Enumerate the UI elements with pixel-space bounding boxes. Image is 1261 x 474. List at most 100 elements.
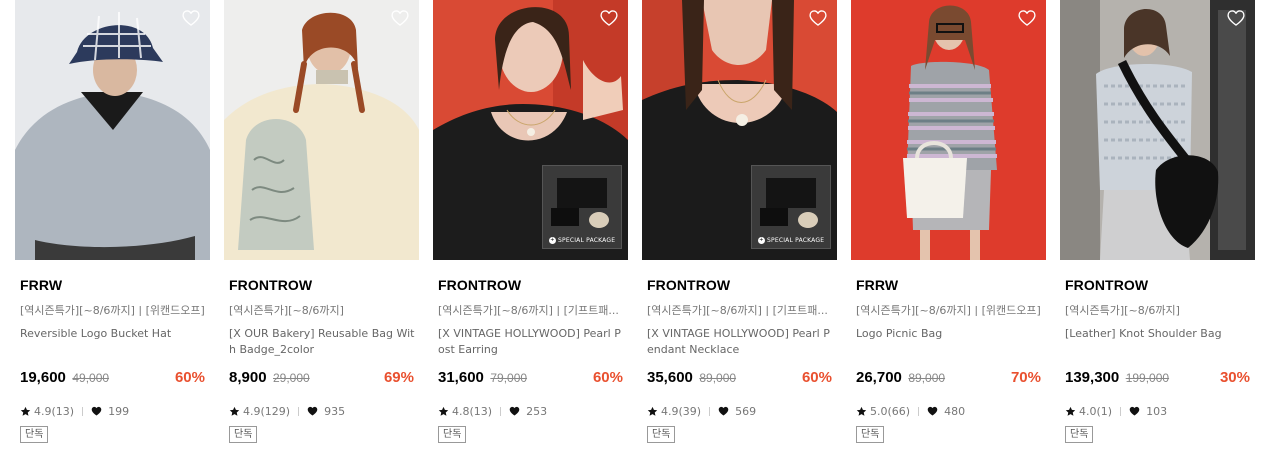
sale-price: 26,700 — [856, 369, 902, 386]
product-card[interactable]: + SPECIAL PACKAGE FRONTROW [역시즌특가][~8/6까지… — [642, 0, 837, 474]
special-package-inset: + SPECIAL PACKAGE — [751, 165, 831, 249]
star-icon — [229, 406, 240, 417]
product-card[interactable]: FRRW [역시즌특가][~8/6까지] | [위캔드오프] Logo Picn… — [851, 0, 1046, 474]
sale-price: 139,300 — [1065, 369, 1120, 386]
rating: 4.9(39) — [661, 404, 702, 418]
rating: 4.0(1) — [1079, 404, 1113, 418]
product-name[interactable]: [X VINTAGE HOLLYWOOD] Pearl P endant Nec… — [647, 326, 833, 360]
product-photo — [1060, 0, 1255, 260]
exclusive-badge: 단독 — [856, 426, 885, 443]
exclusive-badge: 단독 — [438, 426, 467, 443]
wishlist-heart-icon[interactable] — [1017, 8, 1037, 28]
product-image[interactable] — [15, 0, 210, 260]
product-promo: [역시즌특가][~8/6까지] — [1065, 304, 1180, 316]
product-photo — [15, 0, 210, 260]
product-name[interactable]: [X OUR Bakery] Reusable Bag With Badge_2… — [229, 326, 415, 360]
product-brand[interactable]: FRONTROW — [229, 277, 415, 293]
like-count: 199 — [108, 404, 130, 418]
star-icon — [438, 406, 449, 417]
product-card[interactable]: FRONTROW [역시즌특가][~8/6까지] [Leather] Knot … — [1060, 0, 1255, 474]
original-price: 49,000 — [72, 371, 110, 385]
wishlist-heart-icon[interactable] — [181, 8, 201, 28]
product-stats: 4.9(129) 935 — [229, 404, 415, 418]
wishlist-heart-icon[interactable] — [390, 8, 410, 28]
rating: 5.0(66) — [870, 404, 911, 418]
product-photo — [224, 0, 419, 260]
heart-filled-icon — [509, 406, 520, 416]
divider — [1120, 406, 1122, 416]
sale-price: 31,600 — [438, 369, 484, 386]
product-brand[interactable]: FRRW — [20, 277, 206, 293]
product-image[interactable]: + SPECIAL PACKAGE — [642, 0, 837, 260]
price-row: 35,600 89,000 60% — [647, 369, 833, 389]
price-row: 8,900 29,000 69% — [229, 369, 415, 389]
product-brand[interactable]: FRONTROW — [1065, 277, 1251, 293]
price-row: 26,700 89,000 70% — [856, 369, 1042, 389]
wishlist-heart-icon[interactable] — [1226, 8, 1246, 28]
product-promo: [역시즌특가][~8/6까지] | [기프트패... — [438, 304, 619, 316]
package-label: + SPECIAL PACKAGE — [549, 237, 616, 244]
sale-price: 19,600 — [20, 369, 66, 386]
original-price: 89,000 — [699, 371, 737, 385]
product-image[interactable] — [1060, 0, 1255, 260]
rating: 4.9(13) — [34, 404, 75, 418]
wishlist-heart-icon[interactable] — [808, 8, 828, 28]
heart-filled-icon — [91, 406, 102, 416]
discount-rate: 60% — [801, 369, 832, 386]
original-price: 79,000 — [490, 371, 528, 385]
special-package-inset: + SPECIAL PACKAGE — [542, 165, 622, 249]
wishlist-heart-icon[interactable] — [599, 8, 619, 28]
heart-filled-icon — [927, 406, 938, 416]
star-icon — [20, 406, 31, 417]
product-promo: [역시즌특가][~8/6까지] | [위캔드오프] — [20, 304, 205, 316]
product-brand[interactable]: FRONTROW — [647, 277, 833, 293]
product-card[interactable]: FRRW [역시즌특가][~8/6까지] | [위캔드오프] Reversibl… — [15, 0, 210, 474]
product-promo: [역시즌특가][~8/6까지] — [229, 304, 344, 316]
original-price: 89,000 — [908, 371, 946, 385]
divider — [918, 406, 920, 416]
product-image[interactable] — [224, 0, 419, 260]
product-stats: 4.8(13) 253 — [438, 404, 624, 418]
package-label: + SPECIAL PACKAGE — [758, 237, 825, 244]
price-row: 139,300 199,000 30% — [1065, 369, 1251, 389]
product-promo: [역시즌특가][~8/6까지] | [위캔드오프] — [856, 304, 1041, 316]
like-count: 253 — [526, 404, 548, 418]
product-promo: [역시즌특가][~8/6까지] | [기프트패... — [647, 304, 828, 316]
heart-filled-icon — [307, 406, 318, 416]
star-icon — [856, 406, 867, 417]
exclusive-badge: 단독 — [229, 426, 258, 443]
product-stats: 4.9(13) 199 — [20, 404, 206, 418]
rating: 4.9(129) — [243, 404, 291, 418]
original-price: 199,000 — [1125, 371, 1170, 385]
sale-price: 8,900 — [229, 369, 267, 386]
sale-price: 35,600 — [647, 369, 693, 386]
star-icon — [1065, 406, 1076, 417]
price-row: 31,600 79,000 60% — [438, 369, 624, 389]
product-brand[interactable]: FRONTROW — [438, 277, 624, 293]
like-count: 569 — [735, 404, 757, 418]
discount-rate: 60% — [592, 369, 623, 386]
product-name[interactable]: Reversible Logo Bucket Hat — [20, 326, 206, 360]
price-row: 19,600 49,000 60% — [20, 369, 206, 389]
product-image[interactable]: + SPECIAL PACKAGE — [433, 0, 628, 260]
divider — [82, 406, 84, 416]
product-card[interactable]: FRONTROW [역시즌특가][~8/6까지] [X OUR Bakery] … — [224, 0, 419, 474]
product-grid: FRRW [역시즌특가][~8/6까지] | [위캔드오프] Reversibl… — [0, 0, 1261, 474]
product-stats: 4.9(39) 569 — [647, 404, 833, 418]
product-card[interactable]: + SPECIAL PACKAGE FRONTROW [역시즌특가][~8/6까지… — [433, 0, 628, 474]
exclusive-badge: 단독 — [20, 426, 49, 443]
discount-rate: 60% — [174, 369, 205, 386]
original-price: 29,000 — [273, 371, 310, 385]
like-count: 103 — [1146, 404, 1168, 418]
product-name[interactable]: [X VINTAGE HOLLYWOOD] Pearl P ost Earrin… — [438, 326, 624, 360]
product-name[interactable]: [Leather] Knot Shoulder Bag — [1065, 326, 1251, 360]
like-count: 480 — [944, 404, 966, 418]
product-name[interactable]: Logo Picnic Bag — [856, 326, 1042, 360]
product-stats: 4.0(1) 103 — [1065, 404, 1251, 418]
product-photo — [851, 0, 1046, 260]
exclusive-badge: 단독 — [647, 426, 676, 443]
product-brand[interactable]: FRRW — [856, 277, 1042, 293]
product-image[interactable] — [851, 0, 1046, 260]
exclusive-badge: 단독 — [1065, 426, 1094, 443]
product-stats: 5.0(66) 480 — [856, 404, 1042, 418]
